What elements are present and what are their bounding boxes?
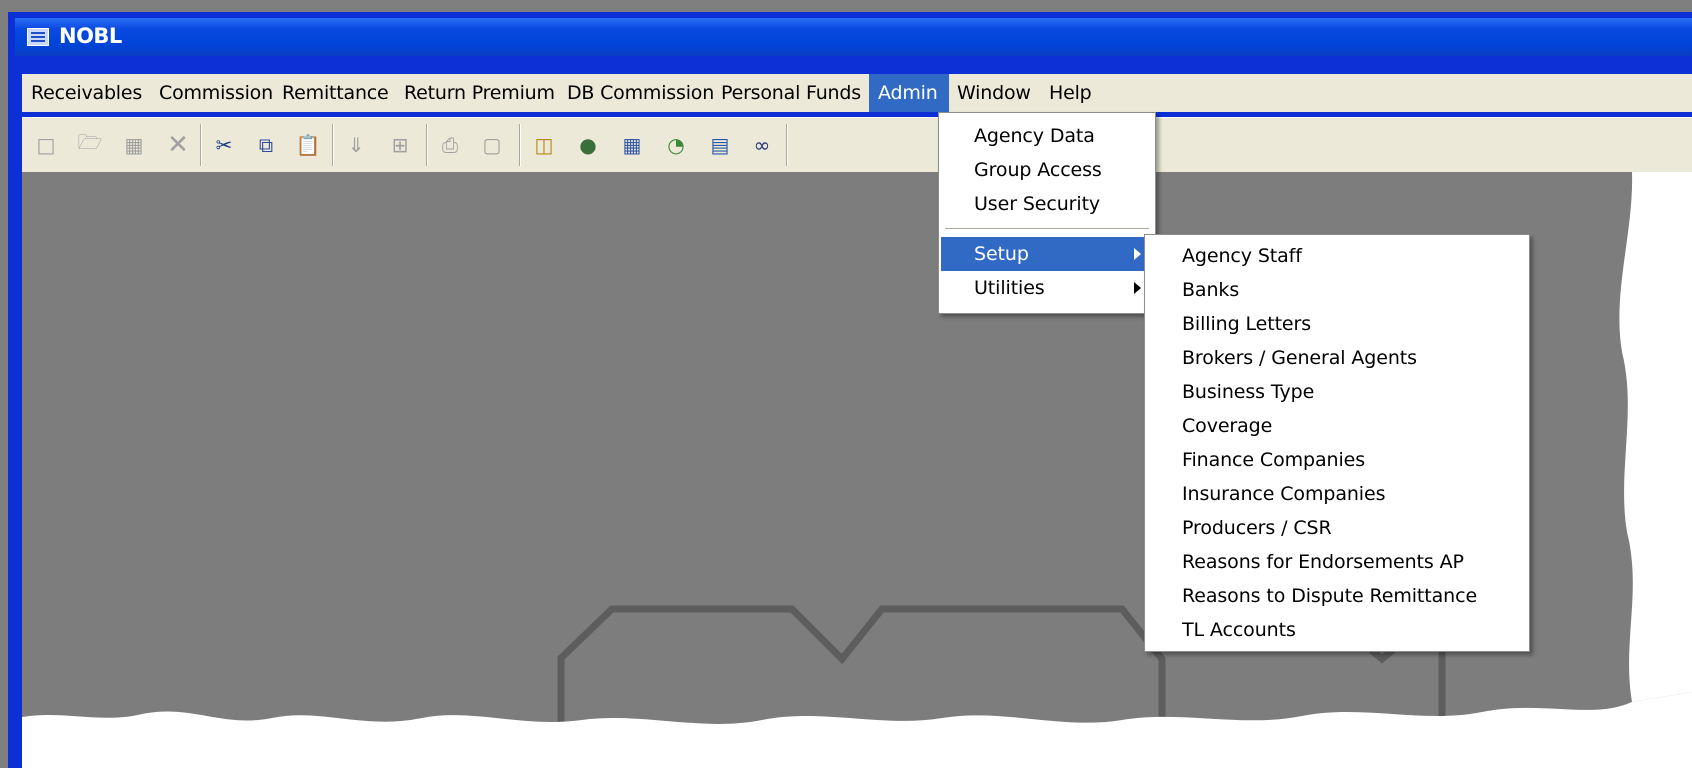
menu-separator	[945, 228, 1149, 230]
window-title: NOBL	[59, 24, 122, 48]
menu-commission[interactable]: Commission	[150, 74, 282, 112]
save-icon[interactable]: ▦	[120, 131, 148, 159]
paste-icon[interactable]: 📋	[294, 131, 322, 159]
setup-submenu: Agency Staff Banks Billing Letters Broke…	[1144, 234, 1530, 652]
new-icon[interactable]: □	[32, 131, 60, 159]
menu-remittance[interactable]: Remittance	[273, 74, 398, 112]
menu-item-utilities[interactable]: Utilities	[941, 271, 1153, 305]
toolbar-separator	[519, 124, 521, 166]
menu-item-utilities-label: Utilities	[974, 277, 1045, 299]
menu-help[interactable]: Help	[1040, 74, 1101, 112]
submenu-item-finance-companies[interactable]: Finance Companies	[1147, 443, 1527, 477]
toolbar-separator	[786, 124, 788, 166]
menu-receivables[interactable]: Receivables	[22, 74, 151, 112]
menu-bar: Receivables Commission Remittance Return…	[22, 74, 1692, 112]
submenu-item-banks[interactable]: Banks	[1147, 273, 1527, 307]
admin-dropdown-menu: Agency Data Group Access User Security S…	[938, 112, 1156, 314]
import-icon[interactable]: ⊞	[386, 131, 414, 159]
menu-window[interactable]: Window	[948, 74, 1040, 112]
submenu-item-billing-letters[interactable]: Billing Letters	[1147, 307, 1527, 341]
submenu-arrow-icon	[1134, 248, 1141, 260]
delete-icon[interactable]: ✕	[164, 130, 192, 160]
app-window-icon	[27, 28, 49, 46]
menu-item-user-security[interactable]: User Security	[941, 187, 1153, 221]
submenu-item-tl-accounts[interactable]: TL Accounts	[1147, 613, 1527, 647]
title-bar[interactable]: NOBL	[15, 18, 1692, 56]
submenu-item-business-type[interactable]: Business Type	[1147, 375, 1527, 409]
menu-item-group-access[interactable]: Group Access	[941, 153, 1153, 187]
menu-personal-funds[interactable]: Personal Funds	[712, 74, 870, 112]
pie-chart-icon[interactable]: ◔	[662, 131, 690, 159]
submenu-item-reasons-for-endorsements-ap[interactable]: Reasons for Endorsements AP	[1147, 545, 1527, 579]
submenu-item-coverage[interactable]: Coverage	[1147, 409, 1527, 443]
print-icon[interactable]: ⎙	[436, 131, 464, 159]
submenu-item-reasons-to-dispute-remittance[interactable]: Reasons to Dispute Remittance	[1147, 579, 1527, 613]
menu-db-commission[interactable]: DB Commission	[558, 74, 723, 112]
users-icon[interactable]: ●	[574, 131, 602, 159]
open-icon[interactable]: 🗁	[76, 130, 104, 159]
submenu-item-insurance-companies[interactable]: Insurance Companies	[1147, 477, 1527, 511]
menu-item-setup-label: Setup	[974, 243, 1029, 265]
toolbar-separator	[426, 124, 428, 166]
list-icon[interactable]: ▤	[706, 131, 734, 159]
toolbar-separator	[332, 124, 334, 166]
toolbar: □ 🗁 ▦ ✕ ✂ ⧉ 📋 ⇓ ⊞ ⎙ ▢ ◫ ● ▦ ◔ ▤ ∞	[22, 117, 1692, 172]
print-preview-icon[interactable]: ▢	[478, 131, 506, 159]
submenu-arrow-icon	[1134, 282, 1141, 294]
cut-icon[interactable]: ✂	[210, 131, 238, 159]
submenu-item-brokers-general-agents[interactable]: Brokers / General Agents	[1147, 341, 1527, 375]
menu-item-setup[interactable]: Setup	[941, 237, 1153, 271]
move-down-icon[interactable]: ⇓	[342, 131, 370, 159]
copy-icon[interactable]: ⧉	[252, 131, 280, 159]
find-icon[interactable]: ∞	[748, 131, 776, 159]
submenu-item-producers-csr[interactable]: Producers / CSR	[1147, 511, 1527, 545]
menu-return-premium[interactable]: Return Premium	[395, 74, 564, 112]
menu-item-agency-data[interactable]: Agency Data	[941, 119, 1153, 153]
toolbar-separator	[200, 124, 202, 166]
menu-admin[interactable]: Admin	[869, 74, 949, 112]
submenu-item-agency-staff[interactable]: Agency Staff	[1147, 239, 1527, 273]
report-icon[interactable]: ◫	[530, 131, 558, 159]
calculator-icon[interactable]: ▦	[618, 131, 646, 159]
